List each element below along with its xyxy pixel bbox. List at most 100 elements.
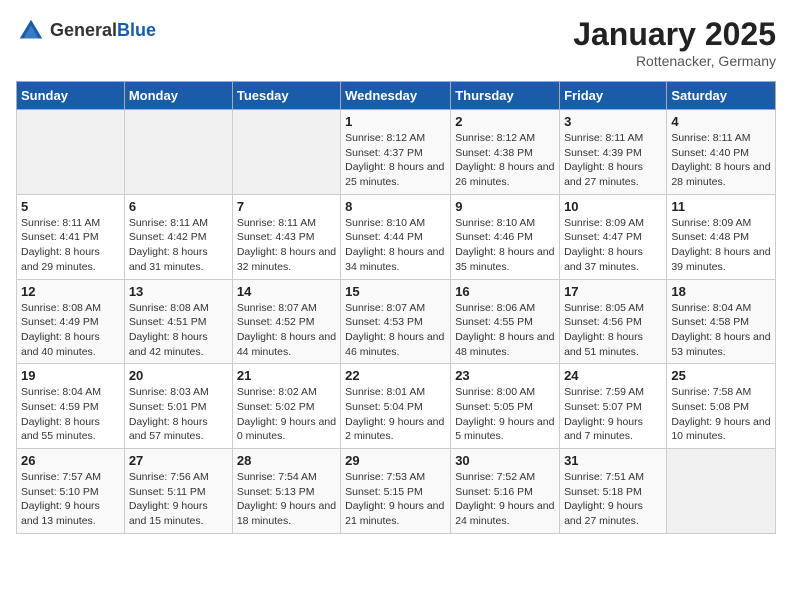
calendar-cell: 24Sunrise: 7:59 AM Sunset: 5:07 PM Dayli…	[560, 364, 667, 449]
calendar-week-row: 12 Sunrise: 8:08 AM Sunset: 4:49 PM Dayli…	[17, 279, 776, 364]
day-info: Sunrise: 7:58 AM Sunset: 5:08 PM Dayligh…	[671, 385, 771, 444]
calendar-cell: 22 Sunrise: 8:01 AM Sunset: 5:04 PM Dayli…	[341, 364, 451, 449]
day-info: Sunrise: 8:04 AM Sunset: 4:59 PM Dayligh…	[21, 385, 120, 444]
calendar-day-header: Friday	[560, 82, 667, 110]
day-number: 21	[237, 368, 336, 383]
day-number: 27	[129, 453, 228, 468]
title-block: January 2025 Rottenacker, Germany	[573, 16, 776, 69]
day-info: Sunrise: 8:11 AM Sunset: 4:40 PM Dayligh…	[671, 131, 771, 190]
calendar-header-row: SundayMondayTuesdayWednesdayThursdayFrid…	[17, 82, 776, 110]
calendar-day-header: Saturday	[667, 82, 776, 110]
day-info: Sunrise: 7:52 AM Sunset: 5:16 PM Dayligh…	[455, 470, 555, 529]
logo-icon	[16, 16, 46, 46]
calendar-cell: 23Sunrise: 8:00 AM Sunset: 5:05 PM Dayli…	[451, 364, 560, 449]
logo-text: GeneralBlue	[50, 20, 156, 42]
day-info: Sunrise: 8:06 AM Sunset: 4:55 PM Dayligh…	[455, 301, 555, 360]
calendar-cell: 5 Sunrise: 8:11 AM Sunset: 4:41 PM Daylig…	[17, 194, 125, 279]
calendar-day-header: Thursday	[451, 82, 560, 110]
calendar-week-row: 1 Sunrise: 8:12 AM Sunset: 4:37 PM Daylig…	[17, 110, 776, 195]
calendar-cell: 13 Sunrise: 8:08 AM Sunset: 4:51 PM Dayli…	[124, 279, 232, 364]
calendar-cell: 3 Sunrise: 8:11 AM Sunset: 4:39 PM Daylig…	[560, 110, 667, 195]
day-info: Sunrise: 7:57 AM Sunset: 5:10 PM Dayligh…	[21, 470, 120, 529]
calendar-cell: 2Sunrise: 8:12 AM Sunset: 4:38 PM Daylig…	[451, 110, 560, 195]
calendar-cell: 12 Sunrise: 8:08 AM Sunset: 4:49 PM Dayli…	[17, 279, 125, 364]
day-info: Sunrise: 8:12 AM Sunset: 4:37 PM Dayligh…	[345, 131, 446, 190]
calendar-cell: 20 Sunrise: 8:03 AM Sunset: 5:01 PM Dayli…	[124, 364, 232, 449]
day-info: Sunrise: 8:03 AM Sunset: 5:01 PM Dayligh…	[129, 385, 228, 444]
calendar-cell: 18 Sunrise: 8:04 AM Sunset: 4:58 PM Dayli…	[667, 279, 776, 364]
calendar-cell: 14Sunrise: 8:07 AM Sunset: 4:52 PM Dayli…	[232, 279, 340, 364]
day-info: Sunrise: 8:11 AM Sunset: 4:42 PM Dayligh…	[129, 216, 228, 275]
calendar-cell: 7 Sunrise: 8:11 AM Sunset: 4:43 PM Daylig…	[232, 194, 340, 279]
day-info: Sunrise: 7:59 AM Sunset: 5:07 PM Dayligh…	[564, 385, 662, 444]
calendar-cell: 8 Sunrise: 8:10 AM Sunset: 4:44 PM Daylig…	[341, 194, 451, 279]
day-info: Sunrise: 8:11 AM Sunset: 4:43 PM Dayligh…	[237, 216, 336, 275]
day-number: 20	[129, 368, 228, 383]
calendar-cell: 27 Sunrise: 7:56 AM Sunset: 5:11 PM Dayli…	[124, 449, 232, 534]
day-info: Sunrise: 8:08 AM Sunset: 4:51 PM Dayligh…	[129, 301, 228, 360]
calendar-week-row: 19 Sunrise: 8:04 AM Sunset: 4:59 PM Dayli…	[17, 364, 776, 449]
calendar-cell: 1 Sunrise: 8:12 AM Sunset: 4:37 PM Daylig…	[341, 110, 451, 195]
day-info: Sunrise: 8:11 AM Sunset: 4:41 PM Dayligh…	[21, 216, 120, 275]
calendar-day-header: Tuesday	[232, 82, 340, 110]
day-number: 18	[671, 284, 771, 299]
calendar-cell: 21 Sunrise: 8:02 AM Sunset: 5:02 PM Dayli…	[232, 364, 340, 449]
day-info: Sunrise: 7:54 AM Sunset: 5:13 PM Dayligh…	[237, 470, 336, 529]
day-info: Sunrise: 7:56 AM Sunset: 5:11 PM Dayligh…	[129, 470, 228, 529]
calendar-cell: 29Sunrise: 7:53 AM Sunset: 5:15 PM Dayli…	[341, 449, 451, 534]
calendar-day-header: Wednesday	[341, 82, 451, 110]
location: Rottenacker, Germany	[573, 53, 776, 69]
day-info: Sunrise: 8:02 AM Sunset: 5:02 PM Dayligh…	[237, 385, 336, 444]
day-number: 9	[455, 199, 555, 214]
day-number: 6	[129, 199, 228, 214]
day-info: Sunrise: 8:10 AM Sunset: 4:46 PM Dayligh…	[455, 216, 555, 275]
calendar-cell: 28 Sunrise: 7:54 AM Sunset: 5:13 PM Dayli…	[232, 449, 340, 534]
day-number: 19	[21, 368, 120, 383]
calendar-cell	[232, 110, 340, 195]
day-number: 5	[21, 199, 120, 214]
day-number: 11	[671, 199, 771, 214]
calendar-cell	[17, 110, 125, 195]
day-info: Sunrise: 8:05 AM Sunset: 4:56 PM Dayligh…	[564, 301, 662, 360]
calendar-cell: 11Sunrise: 8:09 AM Sunset: 4:48 PM Dayli…	[667, 194, 776, 279]
day-number: 8	[345, 199, 446, 214]
day-number: 13	[129, 284, 228, 299]
calendar-cell: 17 Sunrise: 8:05 AM Sunset: 4:56 PM Dayli…	[560, 279, 667, 364]
calendar-cell: 26 Sunrise: 7:57 AM Sunset: 5:10 PM Dayli…	[17, 449, 125, 534]
day-info: Sunrise: 8:11 AM Sunset: 4:39 PM Dayligh…	[564, 131, 662, 190]
calendar-cell	[124, 110, 232, 195]
day-info: Sunrise: 8:10 AM Sunset: 4:44 PM Dayligh…	[345, 216, 446, 275]
day-number: 4	[671, 114, 771, 129]
day-info: Sunrise: 8:04 AM Sunset: 4:58 PM Dayligh…	[671, 301, 771, 360]
day-number: 1	[345, 114, 446, 129]
calendar-cell: 10Sunrise: 8:09 AM Sunset: 4:47 PM Dayli…	[560, 194, 667, 279]
day-number: 3	[564, 114, 662, 129]
calendar-cell: 30Sunrise: 7:52 AM Sunset: 5:16 PM Dayli…	[451, 449, 560, 534]
day-number: 26	[21, 453, 120, 468]
day-number: 17	[564, 284, 662, 299]
day-info: Sunrise: 8:07 AM Sunset: 4:53 PM Dayligh…	[345, 301, 446, 360]
day-number: 16	[455, 284, 555, 299]
calendar-cell: 15Sunrise: 8:07 AM Sunset: 4:53 PM Dayli…	[341, 279, 451, 364]
month-title: January 2025	[573, 16, 776, 53]
calendar-cell: 25Sunrise: 7:58 AM Sunset: 5:08 PM Dayli…	[667, 364, 776, 449]
day-number: 22	[345, 368, 446, 383]
calendar-cell	[667, 449, 776, 534]
day-info: Sunrise: 8:07 AM Sunset: 4:52 PM Dayligh…	[237, 301, 336, 360]
day-info: Sunrise: 8:08 AM Sunset: 4:49 PM Dayligh…	[21, 301, 120, 360]
calendar-cell: 16 Sunrise: 8:06 AM Sunset: 4:55 PM Dayli…	[451, 279, 560, 364]
calendar-cell: 6 Sunrise: 8:11 AM Sunset: 4:42 PM Daylig…	[124, 194, 232, 279]
day-info: Sunrise: 8:09 AM Sunset: 4:47 PM Dayligh…	[564, 216, 662, 275]
day-number: 28	[237, 453, 336, 468]
day-number: 12	[21, 284, 120, 299]
day-number: 23	[455, 368, 555, 383]
day-number: 2	[455, 114, 555, 129]
logo: GeneralBlue	[16, 16, 156, 46]
calendar-cell: 31Sunrise: 7:51 AM Sunset: 5:18 PM Dayli…	[560, 449, 667, 534]
calendar-week-row: 26 Sunrise: 7:57 AM Sunset: 5:10 PM Dayli…	[17, 449, 776, 534]
day-number: 31	[564, 453, 662, 468]
calendar: SundayMondayTuesdayWednesdayThursdayFrid…	[16, 81, 776, 534]
calendar-day-header: Sunday	[17, 82, 125, 110]
day-number: 7	[237, 199, 336, 214]
day-info: Sunrise: 8:01 AM Sunset: 5:04 PM Dayligh…	[345, 385, 446, 444]
